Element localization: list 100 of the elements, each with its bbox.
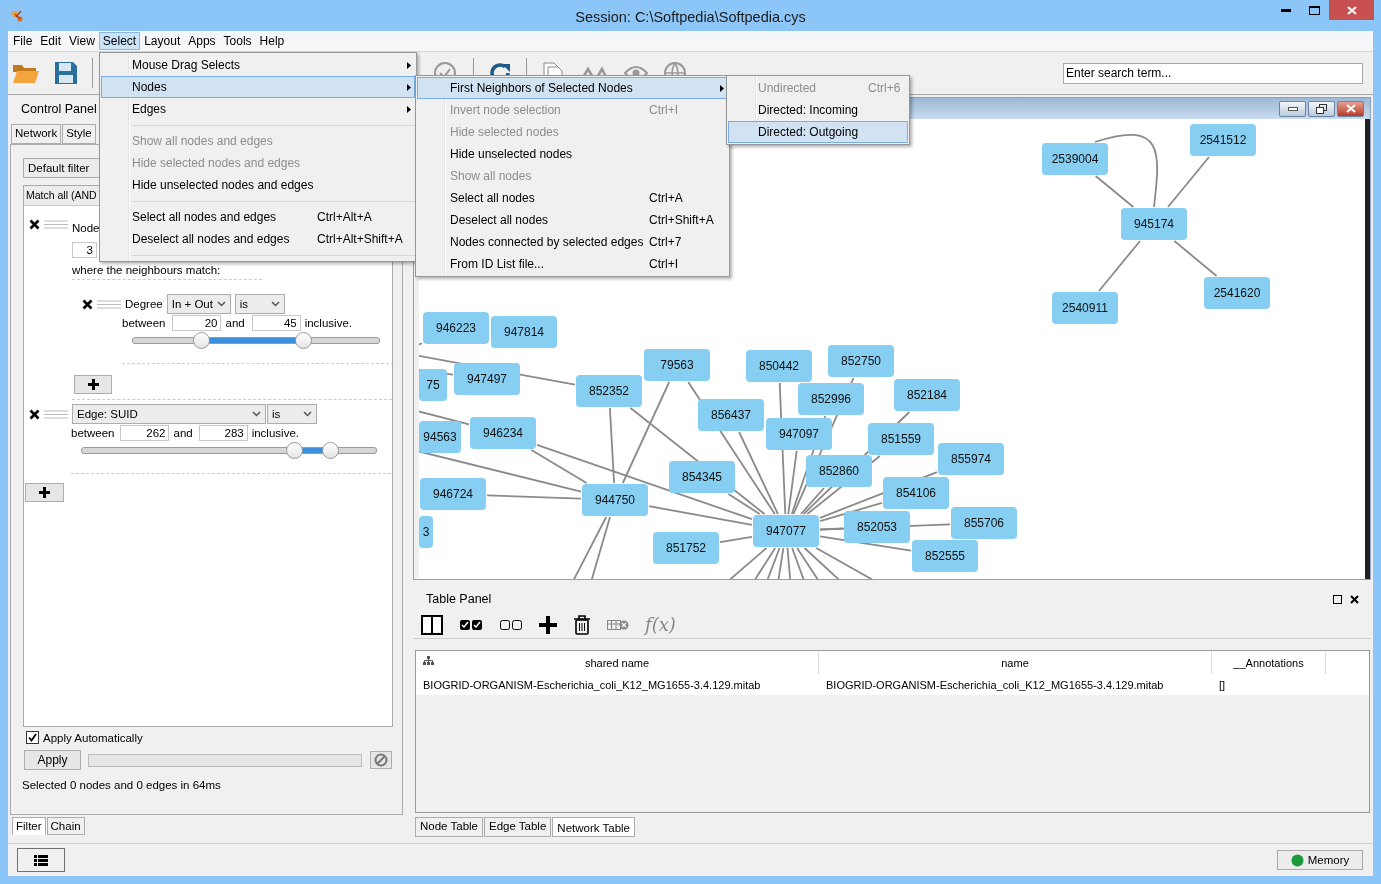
- drag-handle-icon[interactable]: [44, 219, 68, 229]
- menu-item[interactable]: Apps: [184, 32, 220, 50]
- tab[interactable]: Node Table: [415, 817, 483, 837]
- range-slider[interactable]: [81, 442, 377, 459]
- menu-item[interactable]: Select: [98, 32, 141, 50]
- slider-thumb[interactable]: [321, 442, 339, 459]
- menu-item[interactable]: Mouse Drag Selects: [101, 54, 415, 76]
- network-node[interactable]: 852352: [576, 375, 642, 407]
- network-node[interactable]: 855974: [938, 443, 1004, 475]
- menu-item[interactable]: Deselect all nodes and edges Ctrl+Alt+Shift+A: [101, 228, 415, 250]
- menu-item[interactable]: Help: [255, 32, 289, 50]
- network-node[interactable]: 947814: [491, 316, 557, 348]
- input-field[interactable]: 20: [172, 315, 222, 331]
- folder-icon[interactable]: [12, 62, 40, 84]
- menu-item[interactable]: Edges: [101, 98, 415, 120]
- float-icon[interactable]: [1333, 594, 1342, 604]
- add-button[interactable]: [25, 483, 64, 502]
- menu-item[interactable]: Hide unselected nodes and edges: [101, 174, 415, 196]
- menu-item[interactable]: Directed: Incoming: [728, 99, 908, 121]
- network-node[interactable]: 2539004: [1042, 143, 1108, 175]
- network-node[interactable]: 852996: [798, 383, 864, 415]
- network-node[interactable]: 3: [419, 516, 433, 548]
- columns-icon[interactable]: [421, 614, 443, 635]
- slider-thumb[interactable]: [193, 332, 211, 349]
- dropdown[interactable]: Edge: SUID: [72, 404, 266, 424]
- input-field[interactable]: 283: [198, 425, 248, 441]
- network-node[interactable]: 946724: [420, 478, 486, 510]
- tab[interactable]: Chain: [46, 817, 85, 835]
- tab[interactable]: Style: [62, 124, 96, 144]
- network-node[interactable]: 947097: [766, 418, 832, 450]
- empty-boxes-icon[interactable]: [499, 618, 523, 631]
- tab[interactable]: Edge Table: [484, 817, 552, 837]
- menu-item[interactable]: From ID List file... Ctrl+I: [417, 253, 728, 275]
- menu-item[interactable]: Select all nodes Ctrl+A: [417, 187, 728, 209]
- close-button[interactable]: [1337, 100, 1364, 117]
- menu-item[interactable]: Layout: [140, 32, 185, 50]
- tab[interactable]: Network: [11, 124, 62, 144]
- close-icon[interactable]: [1350, 594, 1359, 604]
- network-node[interactable]: 947077: [753, 515, 819, 547]
- network-node[interactable]: 946223: [423, 312, 489, 344]
- trash-icon[interactable]: [573, 614, 591, 635]
- plus-icon[interactable]: [539, 615, 557, 634]
- tab[interactable]: Filter: [12, 817, 46, 835]
- delete-icon[interactable]: [29, 408, 40, 420]
- network-node[interactable]: 947497: [454, 363, 520, 395]
- network-node[interactable]: 75: [419, 369, 447, 401]
- cancel-button[interactable]: [370, 751, 392, 769]
- memory-button[interactable]: Memory: [1277, 850, 1363, 870]
- input-field[interactable]: 3: [72, 242, 97, 258]
- menu-item[interactable]: View: [65, 32, 99, 50]
- dropdown[interactable]: is: [267, 404, 317, 424]
- network-node[interactable]: 945174: [1121, 208, 1187, 240]
- network-node[interactable]: 854106: [883, 477, 949, 509]
- network-node[interactable]: 852555: [912, 540, 978, 572]
- network-node[interactable]: 856437: [698, 399, 764, 431]
- apply-button[interactable]: Apply: [24, 750, 81, 770]
- menu-item[interactable]: Select all nodes and edges Ctrl+Alt+A: [101, 206, 415, 228]
- drag-handle-icon[interactable]: [44, 409, 68, 419]
- network-node[interactable]: 855706: [951, 507, 1017, 539]
- network-node[interactable]: 944750: [582, 484, 648, 516]
- menu-item[interactable]: File: [9, 32, 37, 50]
- network-node[interactable]: 851752: [653, 532, 719, 564]
- drag-handle-icon[interactable]: [97, 299, 121, 309]
- menu-item[interactable]: Hide unselected nodes: [417, 143, 728, 165]
- restore-button[interactable]: [1308, 100, 1335, 117]
- menu-item[interactable]: Tools: [219, 32, 256, 50]
- input-field[interactable]: 262: [120, 425, 170, 441]
- network-node[interactable]: 852053: [844, 511, 910, 543]
- network-node[interactable]: 851559: [868, 423, 934, 455]
- menu-item[interactable]: Directed: Outgoing: [728, 121, 908, 143]
- network-node[interactable]: 850442: [746, 350, 812, 382]
- close-button[interactable]: [1329, 0, 1374, 20]
- checked-boxes-icon[interactable]: [459, 618, 483, 631]
- slider-thumb[interactable]: [286, 442, 304, 459]
- dropdown[interactable]: is: [234, 294, 285, 314]
- range-slider[interactable]: [132, 332, 380, 349]
- tab[interactable]: Network Table: [552, 817, 635, 837]
- list-button[interactable]: [17, 848, 65, 872]
- network-node[interactable]: 852750: [828, 345, 894, 377]
- delete-icon[interactable]: [82, 298, 93, 310]
- input-field[interactable]: 45: [251, 315, 301, 331]
- slider-thumb[interactable]: [295, 332, 313, 349]
- menu-item[interactable]: Deselect all nodes Ctrl+Shift+A: [417, 209, 728, 231]
- menu-item[interactable]: Nodes connected by selected edges Ctrl+7: [417, 231, 728, 253]
- network-node[interactable]: 852184: [894, 379, 960, 411]
- table-delete-icon[interactable]: [607, 618, 629, 631]
- minimize-button[interactable]: [1279, 100, 1306, 117]
- network-node[interactable]: 946234: [470, 417, 536, 449]
- add-button[interactable]: [74, 375, 112, 394]
- delete-icon[interactable]: [29, 218, 40, 230]
- network-node[interactable]: 2541512: [1190, 124, 1256, 156]
- menu-item[interactable]: First Neighbors of Selected Nodes: [417, 77, 728, 99]
- network-node[interactable]: 2541620: [1204, 277, 1270, 309]
- menu-item[interactable]: Nodes: [101, 76, 415, 98]
- network-node[interactable]: 2540911: [1052, 292, 1118, 324]
- network-node[interactable]: 854345: [669, 461, 735, 493]
- dropdown[interactable]: In + Out: [166, 294, 231, 314]
- checkbox[interactable]: [26, 731, 39, 744]
- save-icon[interactable]: [54, 61, 78, 85]
- search-field[interactable]: Enter search term...: [1063, 62, 1363, 84]
